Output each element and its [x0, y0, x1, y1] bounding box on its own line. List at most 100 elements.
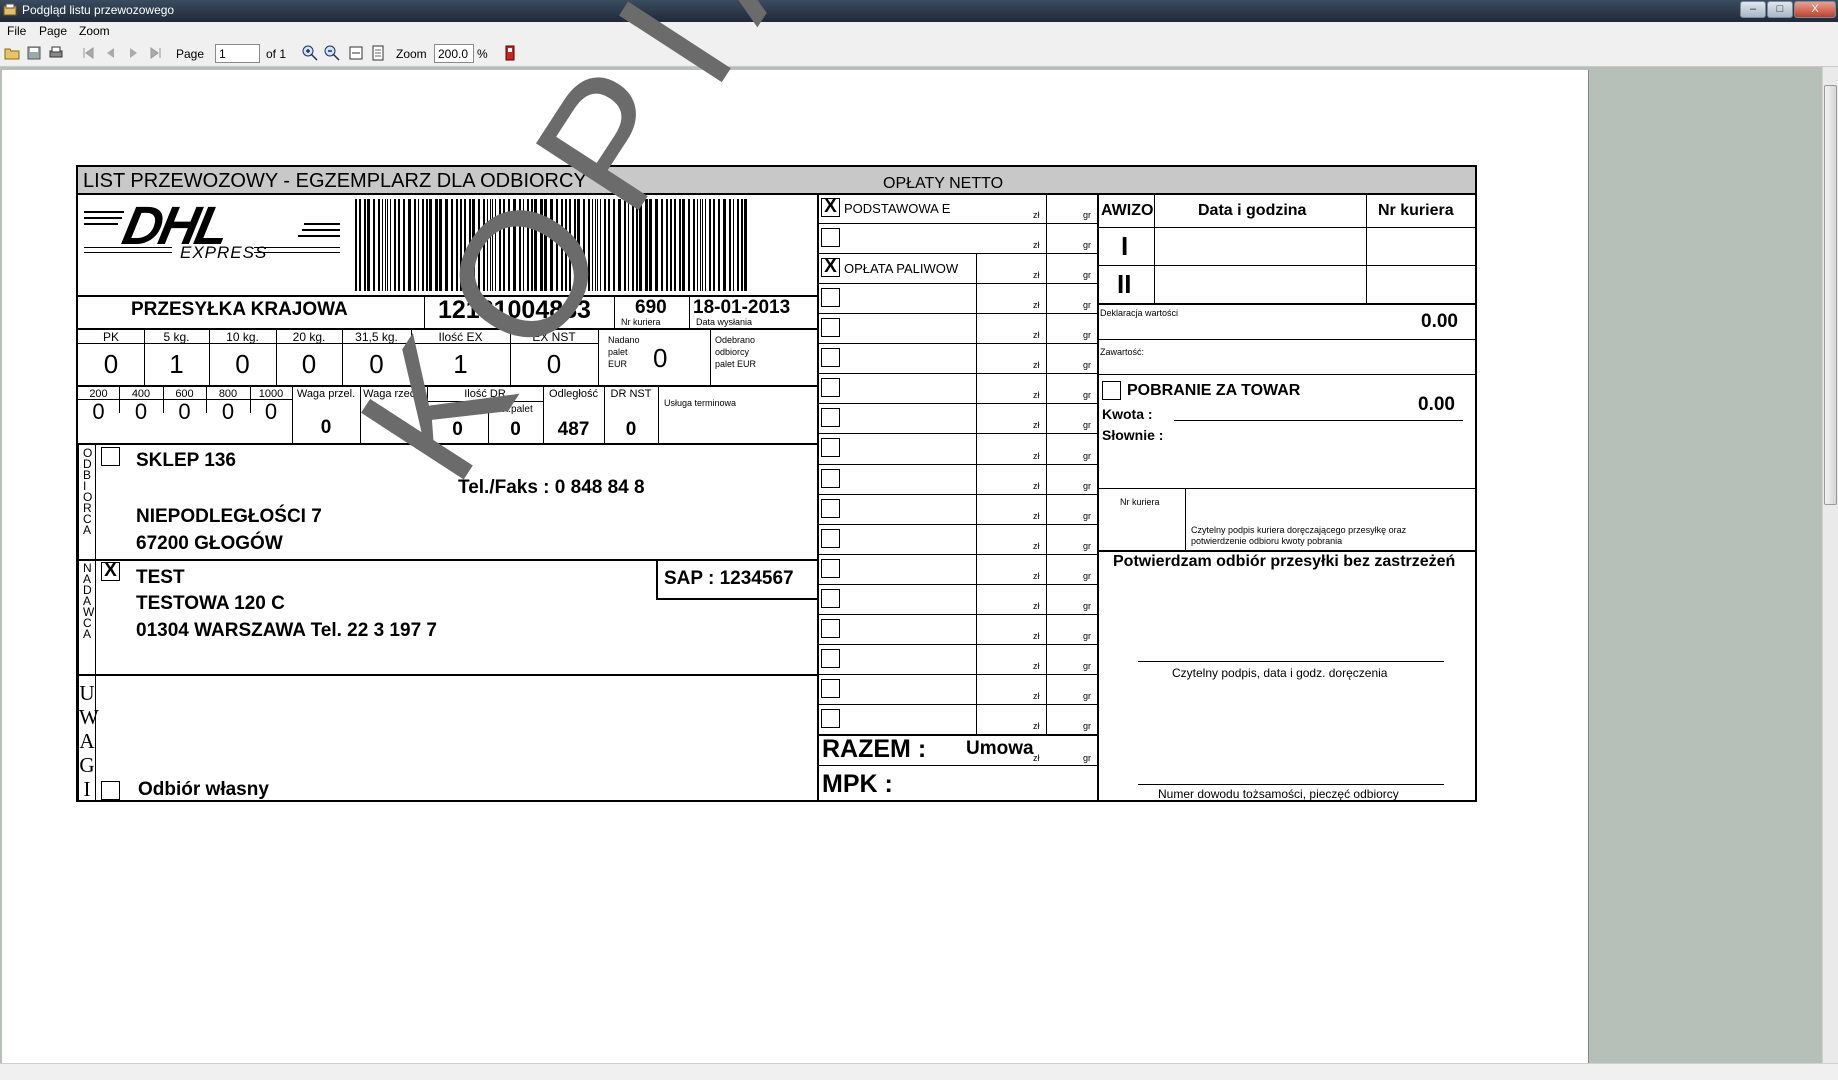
odbiorca-checkbox[interactable] [101, 447, 120, 466]
whole-page-icon[interactable] [370, 45, 386, 61]
confirm-sig2: Numer dowodu tożsamości, pieczęć odbiorc… [1158, 787, 1399, 801]
odbiorca-street: NIEPODLEGŁOŚCI 7 [136, 506, 322, 527]
weight-header: 20 kg. [292, 330, 326, 344]
app-icon [3, 3, 17, 16]
courier-sig-nr-label: Nr kuriera [1120, 497, 1160, 507]
courier-number-label: Nr kuriera [621, 317, 661, 327]
charge-label: OPŁATA PALIWOW [844, 261, 959, 277]
scrollbar-thumb[interactable] [1824, 85, 1837, 505]
distance-value: 0 [92, 399, 105, 424]
menu-zoom[interactable]: Zoom [79, 24, 110, 38]
charge-checkbox[interactable] [821, 348, 840, 368]
courier-number: 690 [635, 297, 667, 318]
awizo-label: AWIZO [1101, 202, 1154, 219]
charge-checkbox[interactable] [821, 678, 840, 698]
weight-header: PK [102, 330, 119, 344]
odbior-wlasny-checkbox[interactable] [101, 781, 120, 800]
nadawca-street: TESTOWA 120 C [136, 593, 285, 614]
page-number-input[interactable] [215, 44, 260, 63]
charge-checkbox[interactable] [821, 528, 840, 548]
menu-page[interactable]: Page [39, 24, 67, 38]
uwagi-side-label: UWAGI [79, 681, 99, 801]
deklaracja-value: 0.00 [1421, 311, 1458, 332]
charge-zl: zł [1033, 360, 1040, 371]
dhl-express: EXPRESS [180, 243, 268, 262]
mpk-label: MPK : [822, 770, 893, 798]
prev-page-icon[interactable] [102, 45, 118, 61]
charge-checkbox[interactable] [821, 498, 840, 518]
charge-checkbox[interactable] [821, 378, 840, 398]
charge-checkbox[interactable] [821, 558, 840, 578]
nadawca-side-label: NADAWCA [83, 561, 95, 641]
open-icon[interactable] [4, 45, 20, 61]
nadawca-city: 01304 WARSZAWA Tel. 22 3 197 7 [136, 620, 437, 641]
charge-gr: gr [1083, 600, 1092, 611]
charge-zl: zł [1033, 540, 1040, 551]
confirm-title: Potwierdzam odbiór przesyłki bez zastrze… [1113, 553, 1456, 570]
print-icon[interactable] [48, 45, 64, 61]
charge-zl: zł [1033, 721, 1040, 731]
last-page-icon[interactable] [148, 45, 164, 61]
zoom-input[interactable] [434, 44, 474, 63]
weight-value: 0 [235, 349, 250, 379]
nadawca-name: TEST [136, 567, 185, 588]
charge-checkbox[interactable] [821, 228, 840, 248]
nadano-value: 0 [653, 343, 668, 373]
przesylka-label: PRZESYŁKA KRAJOWA [131, 299, 348, 320]
nadawca-checkbox[interactable]: X [101, 561, 120, 581]
charge-gr: gr [1083, 330, 1092, 341]
weight-header: 10 kg. [226, 330, 259, 344]
save-icon[interactable] [26, 45, 42, 61]
awizo-date-col: Data i godzina [1198, 202, 1307, 219]
distance-value: 0 [264, 399, 278, 424]
charge-zl: zł [1033, 210, 1040, 221]
charge-checkbox[interactable] [821, 318, 840, 338]
charge-checkbox[interactable] [821, 468, 840, 488]
odebrano-label: Odebrano odbiorcy palet EUR [715, 335, 757, 369]
distance-col-header: DR NST [610, 388, 652, 400]
kwota-label: Kwota : [1102, 406, 1153, 422]
charge-gr: gr [1083, 721, 1092, 731]
awizo-row-2: II [1117, 269, 1132, 299]
window-title: Podgląd listu przewozowego [22, 3, 175, 17]
charge-checkbox[interactable] [821, 408, 840, 428]
zawartosc-label: Zawartość: [1100, 347, 1145, 357]
weight-value: 1 [169, 349, 184, 379]
charge-zl: zł [1033, 630, 1040, 641]
menu-file[interactable]: File [7, 24, 26, 38]
next-page-icon[interactable] [126, 45, 142, 61]
courier-sig-text: Czytelny podpis kuriera doręczającego pr… [1191, 525, 1407, 546]
charge-checkbox[interactable] [821, 708, 840, 728]
dhl-logo: DHL EXPRESS [84, 196, 340, 269]
vertical-scrollbar[interactable] [1822, 67, 1838, 1063]
charge-checkbox[interactable] [821, 648, 840, 668]
page-width-icon[interactable] [348, 45, 364, 61]
first-page-icon[interactable] [80, 45, 96, 61]
charge-checkbox[interactable]: X [821, 197, 840, 217]
page-label: Page [176, 47, 205, 61]
charge-checkbox[interactable]: X [821, 257, 840, 278]
waybill-document: LIST PRZEWOZOWY - EGZEMPLARZ DLA ODBIORC… [76, 165, 1477, 802]
zoom-in-icon[interactable] [302, 45, 318, 61]
charge-checkbox[interactable] [821, 618, 840, 638]
maximize-button[interactable]: □ [1767, 1, 1793, 18]
exit-icon[interactable] [502, 45, 518, 61]
awizo-row-1: I [1121, 231, 1129, 261]
charge-checkbox[interactable] [821, 588, 840, 608]
close-button[interactable]: X [1794, 1, 1836, 18]
zoom-out-icon[interactable] [324, 45, 340, 61]
charge-zl: zł [1033, 480, 1040, 491]
dr-nst-value: 0 [625, 419, 637, 440]
charge-gr: gr [1083, 300, 1092, 311]
odbiorca-name: SKLEP 136 [136, 450, 236, 471]
zoom-percent: % [477, 47, 488, 61]
distance-value: 0 [134, 399, 148, 424]
charge-zl: zł [1033, 450, 1040, 461]
charge-checkbox[interactable] [821, 438, 840, 458]
charge-checkbox[interactable] [821, 288, 840, 308]
slownie-label: Słownie : [1102, 427, 1164, 443]
minimize-button[interactable]: – [1740, 1, 1766, 18]
pobranie-checkbox[interactable] [1102, 381, 1121, 400]
razem-gr: gr [1083, 753, 1092, 763]
weight-value: 0 [301, 349, 317, 379]
